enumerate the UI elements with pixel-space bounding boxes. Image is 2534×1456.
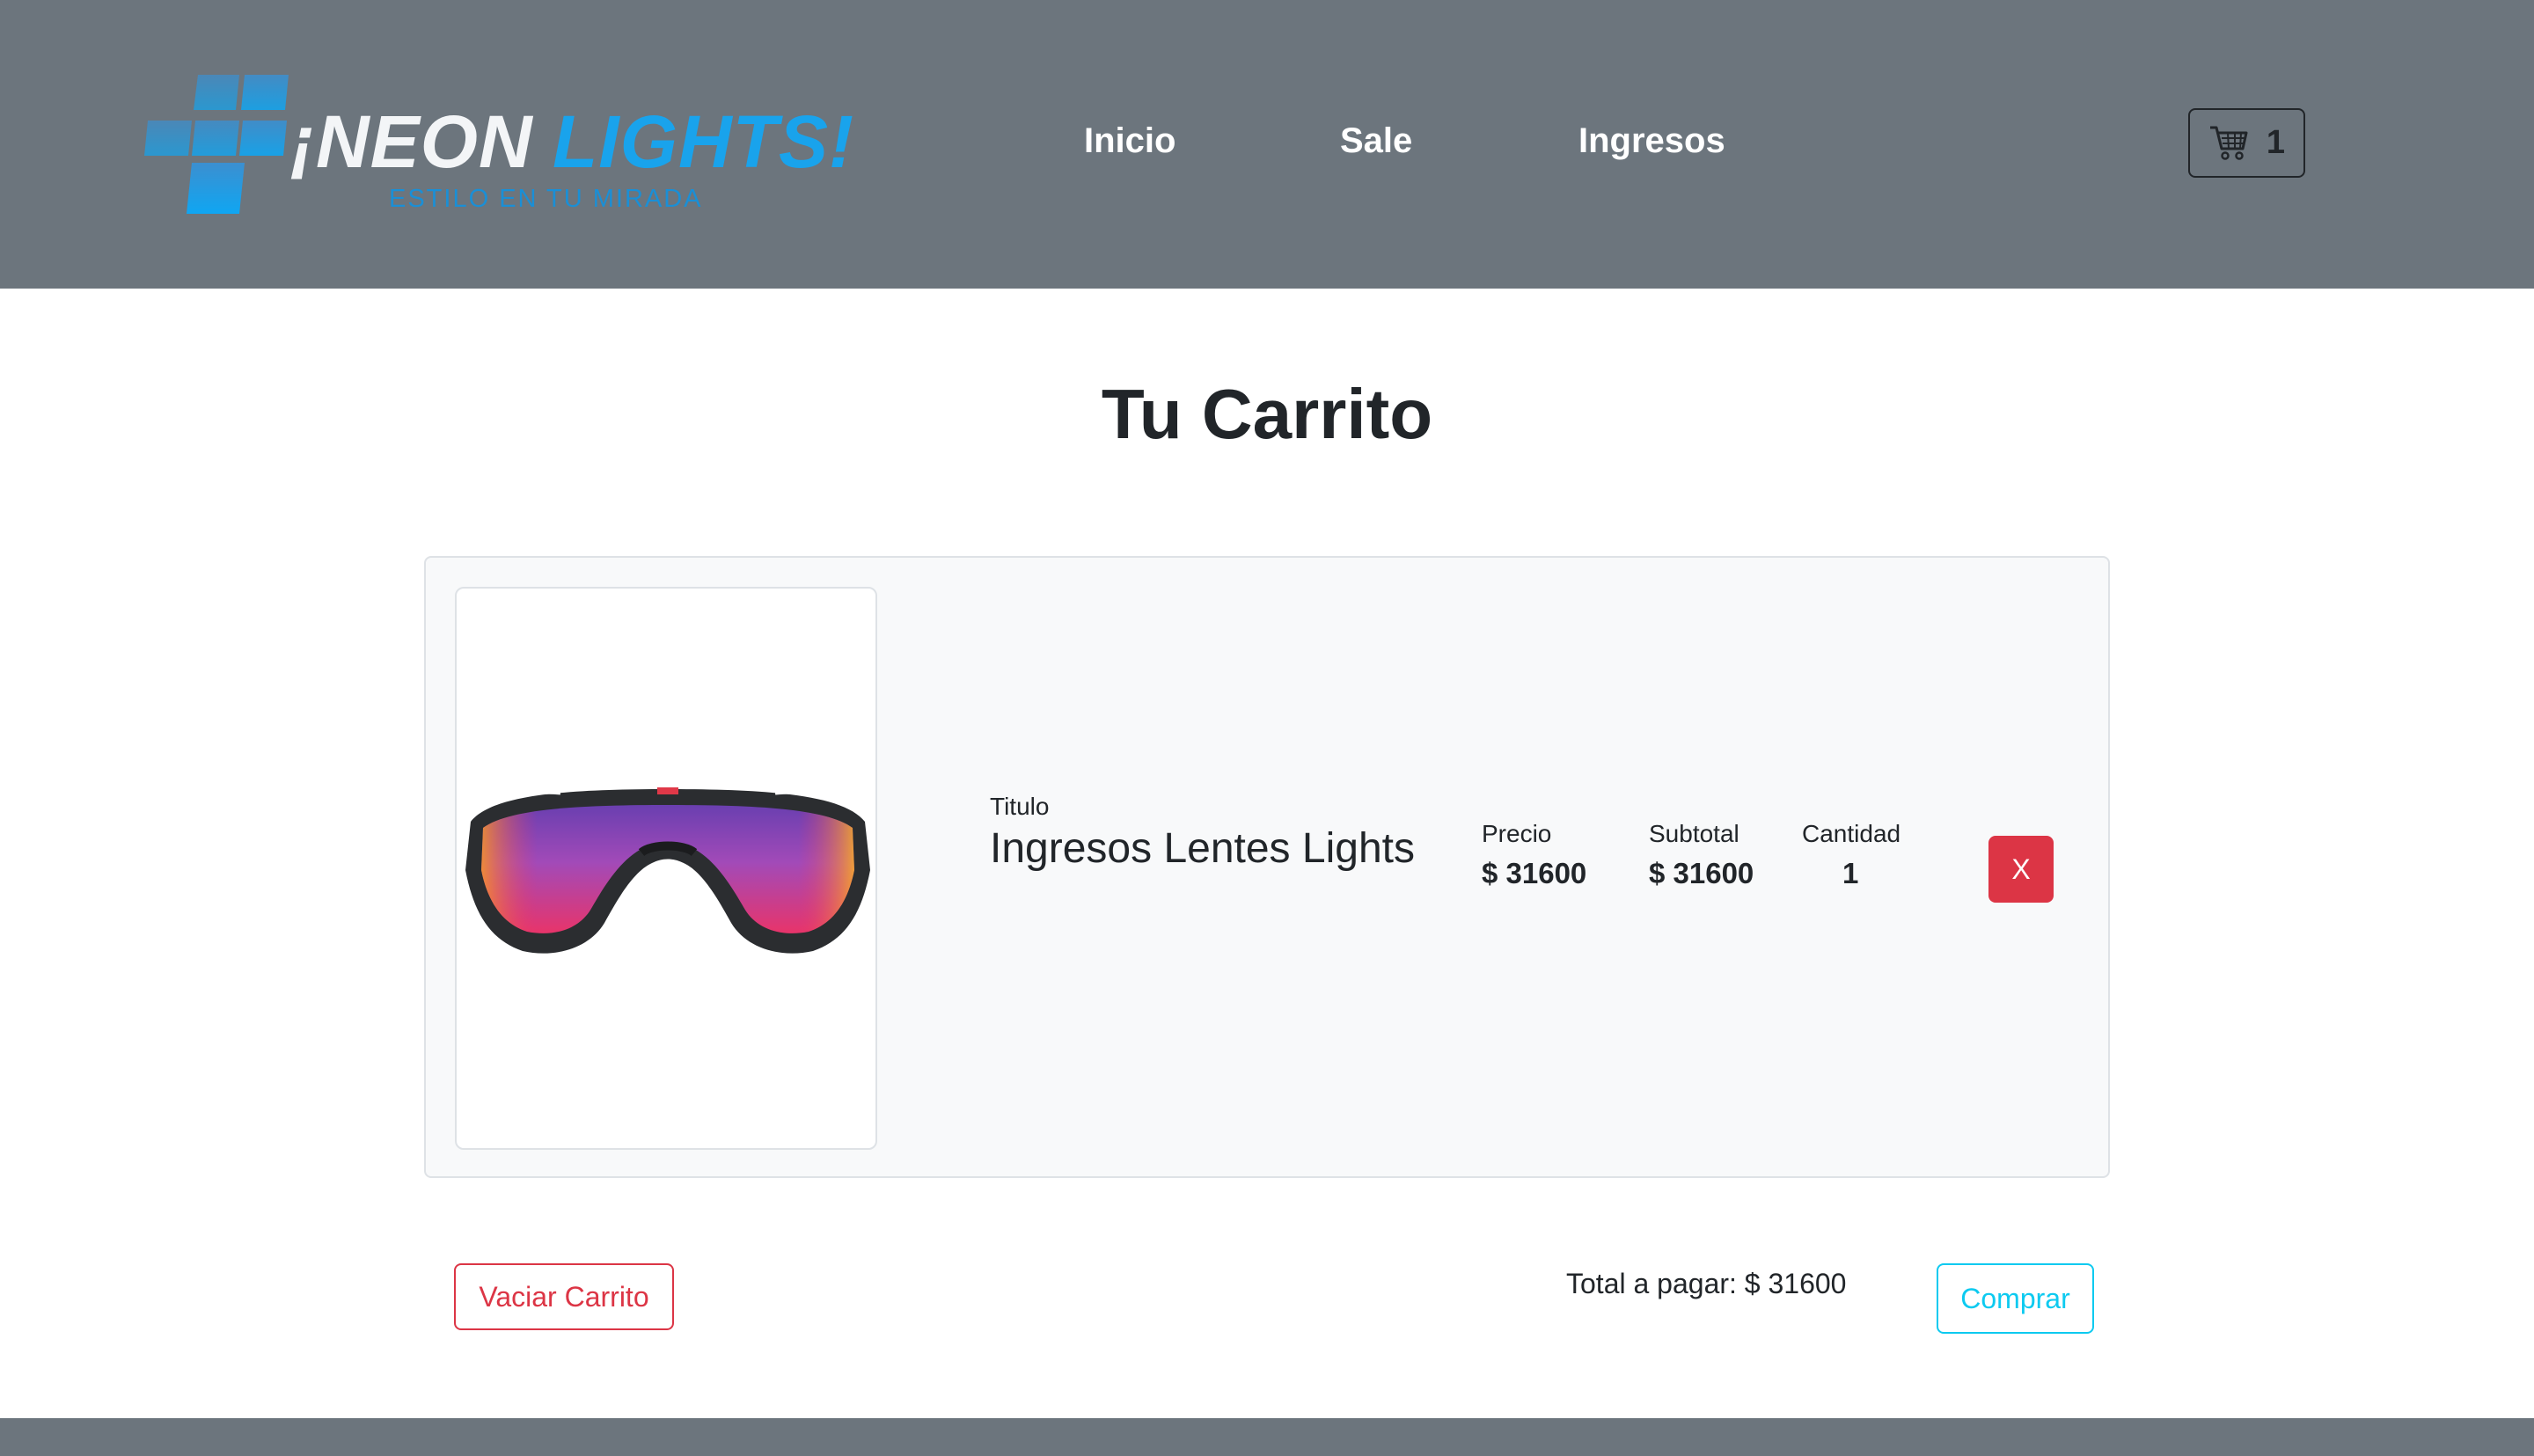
quantity-label: Cantidad [1802, 820, 1901, 847]
shopping-cart-icon [2209, 126, 2248, 160]
cart-button[interactable]: 1 [2188, 108, 2305, 178]
subtotal-value: $ 31600 [1649, 857, 1754, 889]
brand-tagline: ESTILO EN TU MIRADA [389, 185, 703, 213]
cart-count-badge: 1 [2266, 124, 2286, 161]
product-thumbnail [455, 587, 877, 1150]
price-label: Precio [1482, 820, 1552, 847]
cart-item-card: Titulo Ingresos Lentes Lights Precio $ 3… [424, 556, 2110, 1178]
brand-name-white: ¡NEON [290, 100, 533, 183]
nav-link-sale[interactable]: Sale [1340, 121, 1412, 161]
navbar: ¡NEON LIGHTS! ESTILO EN TU MIRADA Inicio… [0, 0, 2534, 289]
buy-button[interactable]: Comprar [1937, 1263, 2094, 1334]
product-title: Ingresos Lentes Lights [990, 825, 1415, 872]
quantity-value: 1 [1842, 857, 1859, 889]
footer [0, 1418, 2534, 1456]
title-label: Titulo [990, 793, 1050, 820]
brand-name-blue: LIGHTS! [553, 100, 854, 183]
price-value: $ 31600 [1482, 857, 1587, 889]
nav-link-inicio[interactable]: Inicio [1084, 121, 1175, 161]
total-to-pay: Total a pagar: $ 31600 [1566, 1268, 1847, 1299]
page-title: Tu Carrito [1101, 375, 1433, 453]
empty-cart-button[interactable]: Vaciar Carrito [454, 1263, 674, 1330]
nav-link-ingresos[interactable]: Ingresos [1578, 121, 1725, 161]
remove-item-button[interactable]: X [1988, 836, 2054, 903]
sunglasses-image [465, 787, 870, 954]
brand-logo[interactable]: ¡NEON LIGHTS! ESTILO EN TU MIRADA [132, 40, 906, 251]
subtotal-label: Subtotal [1649, 820, 1739, 847]
